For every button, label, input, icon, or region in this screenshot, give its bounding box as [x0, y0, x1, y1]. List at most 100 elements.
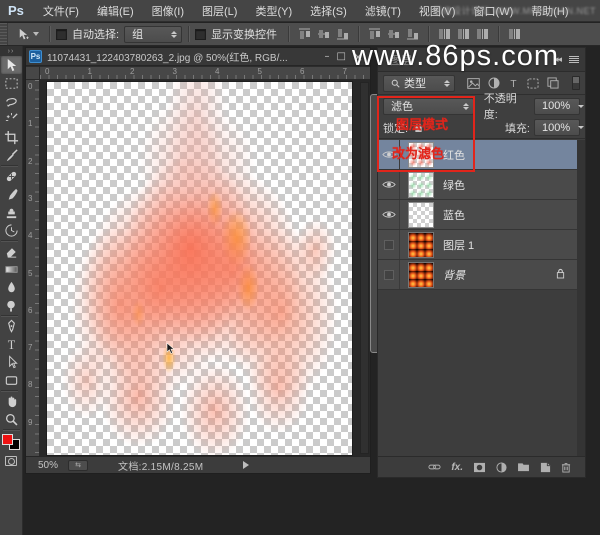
layer-row-1[interactable]: 绿色 [378, 170, 579, 200]
eye-toggle-empty[interactable] [378, 260, 400, 289]
vertical-scrollbar[interactable] [360, 82, 369, 454]
shape-tool[interactable] [1, 371, 22, 389]
brush-tool[interactable] [1, 185, 22, 203]
horizontal-ruler: 012345678 [40, 67, 370, 80]
menu-item-2[interactable]: 图像(I) [143, 3, 193, 19]
path-select-tool[interactable] [1, 353, 22, 371]
add-mask-icon[interactable] [473, 462, 486, 473]
hand-tool-icon [4, 394, 19, 409]
filter-type-dropdown[interactable]: 类型 [383, 75, 455, 92]
document-statusbar: 50% ⇆ 文档:2.15M/8.25M [26, 456, 370, 473]
layer-row-3[interactable]: 图层 1 [378, 230, 579, 260]
fill-label: 填充: [505, 120, 530, 136]
new-group-icon[interactable] [517, 462, 530, 472]
hand-tool[interactable] [1, 392, 22, 410]
eraser-tool[interactable] [1, 242, 22, 260]
align-hcenter-icon[interactable] [386, 27, 401, 41]
panel-scroll-strip[interactable] [577, 140, 585, 456]
fill-dropdown[interactable]: 100% [534, 119, 580, 136]
filter-pixel-layers-icon[interactable] [467, 78, 480, 89]
layer-row-2[interactable]: 蓝色 [378, 200, 579, 230]
toolbar-collapse-icon[interactable]: ›› [0, 46, 22, 56]
menu-item-0[interactable]: 文件(F) [34, 3, 88, 19]
maximize-icon[interactable]: □ [336, 52, 345, 62]
distribute-top-icon[interactable] [437, 27, 452, 41]
layer-thumbnail[interactable] [408, 262, 434, 288]
menu-item-6[interactable]: 滤镜(T) [356, 3, 410, 19]
filter-type-layers-icon[interactable]: T [508, 78, 519, 89]
blur-tool[interactable] [1, 278, 22, 296]
annotation-text-2: 改为滤色 [392, 143, 444, 162]
history-brush-tool[interactable] [1, 221, 22, 239]
layer-row-4[interactable]: 背景 [378, 260, 579, 290]
move-tool-icon [16, 28, 30, 41]
minimize-icon[interactable]: – [324, 52, 329, 62]
move-tool[interactable] [1, 56, 22, 74]
auto-select-checkbox[interactable] [56, 29, 67, 40]
options-grip[interactable] [0, 23, 8, 45]
status-arrows-icon[interactable]: ⇆ [68, 460, 88, 471]
eye-icon[interactable] [378, 200, 400, 229]
document-titlebar[interactable]: Ps 11074431_122403780263_2.jpg @ 50%(红色,… [26, 48, 370, 66]
magic-wand-tool[interactable] [1, 110, 22, 128]
site-watermark: www.86ps.com [352, 40, 559, 73]
eye-icon[interactable] [378, 170, 400, 199]
auto-select-value: 组 [132, 26, 143, 42]
zoom-tool[interactable] [1, 410, 22, 428]
options-separator [49, 26, 50, 42]
filter-shape-layers-icon[interactable] [527, 78, 539, 89]
distribute-vcenter-icon[interactable] [456, 27, 471, 41]
layer-name[interactable]: 绿色 [443, 177, 465, 193]
layer-thumbnail[interactable] [408, 172, 434, 198]
canvas[interactable] [47, 82, 352, 455]
pen-tool[interactable] [1, 317, 22, 335]
adjustment-layer-icon[interactable] [496, 462, 507, 473]
lasso-tool-icon [4, 94, 19, 109]
align-vcenter-icon[interactable] [316, 27, 331, 41]
align-left-edges-icon[interactable] [367, 27, 382, 41]
align-top-edges-icon[interactable] [297, 27, 312, 41]
menu-item-4[interactable]: 类型(Y) [246, 3, 301, 19]
filter-adjustment-layers-icon[interactable] [488, 77, 500, 89]
layer-name[interactable]: 图层 1 [443, 237, 474, 253]
filter-toggle-icon[interactable] [572, 76, 580, 90]
zoom-level[interactable]: 50% [26, 460, 68, 471]
layer-style-icon[interactable]: fx. [451, 462, 463, 473]
dodge-tool[interactable] [1, 296, 22, 314]
eyedropper-tool[interactable] [1, 146, 22, 164]
panel-menu-icon[interactable] [569, 56, 579, 63]
new-layer-icon[interactable] [540, 462, 551, 473]
delete-layer-icon[interactable] [561, 462, 571, 473]
show-transform-label: 显示变换控件 [211, 26, 277, 42]
clone-stamp-tool[interactable] [1, 203, 22, 221]
current-tool-preset[interactable] [8, 28, 43, 41]
spot-healing-tool[interactable] [1, 167, 22, 185]
align-right-edges-icon[interactable] [405, 27, 420, 41]
layer-name[interactable]: 背景 [443, 267, 465, 283]
layer-filter-row: 类型 T [378, 72, 585, 95]
quick-mask-icon[interactable] [5, 456, 17, 466]
link-layers-icon[interactable] [428, 463, 441, 471]
align-bottom-edges-icon[interactable] [335, 27, 350, 41]
gradient-tool[interactable] [1, 260, 22, 278]
status-menu-arrow-icon[interactable] [243, 461, 249, 469]
distribute-group-icon[interactable] [507, 27, 522, 41]
distribute-bottom-icon[interactable] [475, 27, 490, 41]
crop-tool[interactable] [1, 128, 22, 146]
eye-toggle-empty[interactable] [378, 230, 400, 259]
menu-item-5[interactable]: 选择(S) [301, 3, 356, 19]
layer-thumbnail[interactable] [408, 202, 434, 228]
filter-smart-object-icon[interactable] [547, 77, 559, 89]
menu-item-3[interactable]: 图层(L) [193, 3, 246, 19]
layer-thumbnail[interactable] [408, 232, 434, 258]
lasso-tool[interactable] [1, 92, 22, 110]
layer-name[interactable]: 蓝色 [443, 207, 465, 223]
type-tool[interactable]: T [1, 335, 22, 353]
marquee-tool[interactable] [1, 74, 22, 92]
foreground-color-swatch[interactable] [2, 434, 13, 445]
show-transform-checkbox[interactable] [195, 29, 206, 40]
menu-item-1[interactable]: 编辑(E) [88, 3, 143, 19]
color-swatches[interactable] [2, 434, 20, 450]
opacity-dropdown[interactable]: 100% [534, 98, 580, 115]
auto-select-dropdown[interactable]: 组 [124, 26, 182, 43]
